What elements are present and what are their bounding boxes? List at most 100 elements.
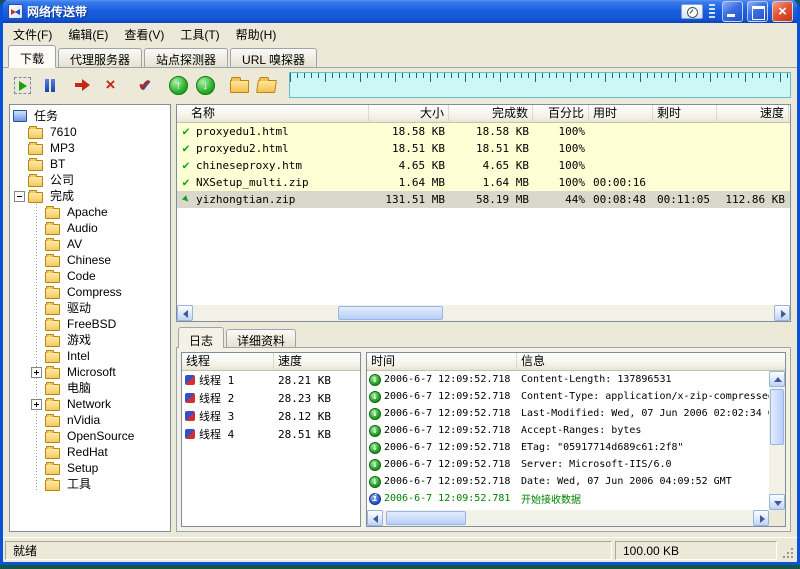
log-row[interactable]: ↓2006-6-7 12:09:52.718 Content-Length: 1… <box>367 371 769 388</box>
tab-site-explorer[interactable]: 站点探测器 <box>144 48 228 67</box>
scroll-right-button[interactable] <box>774 305 790 321</box>
tab-log[interactable]: 日志 <box>178 327 224 348</box>
browse-folder-button[interactable] <box>253 72 280 98</box>
tree-item-intel[interactable]: Intel <box>10 348 170 364</box>
expand-icon[interactable] <box>31 367 42 378</box>
menu-help[interactable]: 帮助(H) <box>228 23 285 46</box>
tree-item-av[interactable]: AV <box>10 236 170 252</box>
open-folder-button[interactable] <box>226 72 253 98</box>
tree-item-setup[interactable]: Setup <box>10 460 170 476</box>
tab-details[interactable]: 详细资料 <box>226 329 296 347</box>
column-header-thread[interactable]: 线程 <box>182 353 274 370</box>
log-row[interactable]: ↓2006-6-7 12:09:52.718 Accept-Ranges: by… <box>367 422 769 439</box>
commit-button[interactable]: ✔ <box>131 72 158 98</box>
download-row-active[interactable]: ▶yizhongtian.zip 131.51 MB 58.19 MB 44% … <box>177 191 790 208</box>
download-row[interactable]: ✔NXSetup_multi.zip 1.64 MB 1.64 MB 100% … <box>177 174 790 191</box>
log-time: 2006-6-7 12:09:52.718 <box>384 459 510 470</box>
log-row[interactable]: ↓2006-6-7 12:09:52.718 Content-Type: app… <box>367 388 769 405</box>
tree-item-nvidia[interactable]: nVidia <box>10 412 170 428</box>
folder-icon <box>28 128 43 139</box>
scroll-left-button[interactable] <box>177 305 193 321</box>
move-up-button[interactable]: ↑ <box>165 72 192 98</box>
tree-item-driver[interactable]: 驱动 <box>10 300 170 316</box>
scroll-track[interactable] <box>383 510 753 526</box>
tree-item-network[interactable]: Network <box>10 396 170 412</box>
expand-icon[interactable] <box>31 399 42 410</box>
tree-item-chinese[interactable]: Chinese <box>10 252 170 268</box>
tree-item-games[interactable]: 游戏 <box>10 332 170 348</box>
log-row[interactable]: ↓2006-6-7 12:09:52.718 Server: Microsoft… <box>367 456 769 473</box>
download-row[interactable]: ✔chineseproxy.htm 4.65 KB 4.65 KB 100% <box>177 157 790 174</box>
tree-item-mp3[interactable]: MP3 <box>10 140 170 156</box>
tab-proxy-server[interactable]: 代理服务器 <box>58 48 142 67</box>
log-hscrollbar[interactable] <box>367 510 785 526</box>
received-icon: ↓ <box>369 476 381 488</box>
download-row[interactable]: ✔proxyedu1.html 18.58 KB 18.58 KB 100% <box>177 123 790 140</box>
thread-row[interactable]: 线程 3 28.12 KB <box>182 407 360 425</box>
download-row[interactable]: ✔proxyedu2.html 18.51 KB 18.51 KB 100% <box>177 140 790 157</box>
titlebar-grip[interactable] <box>709 4 715 19</box>
column-header-thread-speed[interactable]: 速度 <box>274 353 360 370</box>
scroll-track[interactable] <box>193 305 774 321</box>
move-task-button[interactable] <box>70 72 97 98</box>
tree-item-tools[interactable]: 工具 <box>10 476 170 492</box>
delete-task-button[interactable]: × <box>97 72 124 98</box>
tree-root-tasks[interactable]: 任务 <box>10 108 170 124</box>
menu-file[interactable]: 文件(F) <box>5 23 60 46</box>
collapse-icon[interactable] <box>14 191 25 202</box>
column-header-percent[interactable]: 百分比 <box>533 105 589 122</box>
scroll-up-button[interactable] <box>769 371 785 387</box>
column-header-speed[interactable]: 速度 <box>717 105 789 122</box>
download-hscrollbar[interactable] <box>177 305 790 321</box>
column-header-size[interactable]: 大小 <box>369 105 449 122</box>
resize-grip[interactable] <box>780 541 795 560</box>
menu-tools[interactable]: 工具(T) <box>172 23 227 46</box>
scroll-thumb[interactable] <box>338 306 443 320</box>
maximize-button[interactable] <box>747 1 768 22</box>
tree-item-code[interactable]: Code <box>10 268 170 284</box>
pause-task-button[interactable] <box>36 72 63 98</box>
thread-speed: 28.23 KB <box>274 392 360 405</box>
scroll-left-button[interactable] <box>367 510 383 526</box>
thread-row[interactable]: 线程 2 28.23 KB <box>182 389 360 407</box>
menu-edit[interactable]: 编辑(E) <box>60 23 116 46</box>
tree-item-company[interactable]: 公司 <box>10 172 170 188</box>
tree-item-opensource[interactable]: OpenSource <box>10 428 170 444</box>
tree-item-microsoft[interactable]: Microsoft <box>10 364 170 380</box>
tree-item-compress[interactable]: Compress <box>10 284 170 300</box>
scroll-right-button[interactable] <box>753 510 769 526</box>
log-row[interactable]: ↓2006-6-7 12:09:52.718 Date: Wed, 07 Jun… <box>367 473 769 490</box>
scroll-track[interactable] <box>769 387 785 494</box>
scroll-thumb[interactable] <box>770 389 784 445</box>
column-header-name[interactable]: 名称 <box>177 105 369 122</box>
tree-item-freebsd[interactable]: FreeBSD <box>10 316 170 332</box>
log-row[interactable]: ↓2006-6-7 12:09:52.718 Last-Modified: We… <box>367 405 769 422</box>
move-down-button[interactable]: ↓ <box>192 72 219 98</box>
tree-item-finished[interactable]: 完成 <box>10 188 170 204</box>
column-header-info[interactable]: 信息 <box>517 353 785 370</box>
scroll-down-button[interactable] <box>769 494 785 510</box>
minimize-button[interactable] <box>722 1 743 22</box>
log-row[interactable]: ↓2006-6-7 12:09:52.718 ETag: "05917714d6… <box>367 439 769 456</box>
speed-monitor-icon[interactable] <box>681 4 703 19</box>
start-task-button[interactable] <box>9 72 36 98</box>
menu-view[interactable]: 查看(V) <box>116 23 172 46</box>
scroll-thumb[interactable] <box>386 511 466 525</box>
thread-row[interactable]: 线程 1 28.21 KB <box>182 371 360 389</box>
tree-item-7610[interactable]: 7610 <box>10 124 170 140</box>
tab-download[interactable]: 下载 <box>8 45 56 68</box>
tree-item-apache[interactable]: Apache <box>10 204 170 220</box>
tree-item-audio[interactable]: Audio <box>10 220 170 236</box>
tree-item-redhat[interactable]: RedHat <box>10 444 170 460</box>
close-button[interactable] <box>772 1 793 22</box>
column-header-time[interactable]: 时间 <box>367 353 517 370</box>
column-header-elapsed[interactable]: 用时 <box>589 105 653 122</box>
column-header-done[interactable]: 完成数 <box>449 105 533 122</box>
thread-row[interactable]: 线程 4 28.51 KB <box>182 425 360 443</box>
tree-item-computer[interactable]: 电脑 <box>10 380 170 396</box>
tree-item-bt[interactable]: BT <box>10 156 170 172</box>
log-row[interactable]: i2006-6-7 12:09:52.781 开始接收数据 <box>367 490 769 507</box>
column-header-remaining[interactable]: 剩时 <box>653 105 717 122</box>
tab-url-sniffer[interactable]: URL 嗅探器 <box>230 48 317 67</box>
log-vscrollbar[interactable] <box>769 371 785 510</box>
